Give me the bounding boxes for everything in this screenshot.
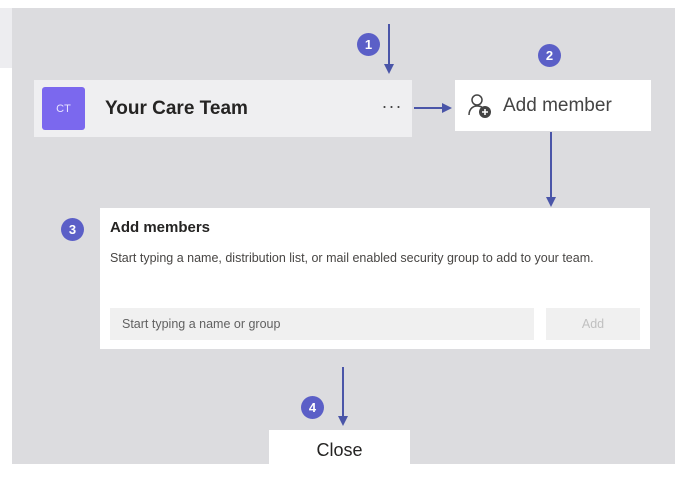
step-badge-4: 4 bbox=[301, 396, 324, 419]
step-badge-2: 2 bbox=[538, 44, 561, 67]
more-options-button[interactable]: ··· bbox=[378, 96, 406, 120]
add-person-icon bbox=[468, 93, 491, 118]
team-row[interactable]: CT Your Care Team ··· bbox=[34, 80, 412, 137]
corner-strip bbox=[0, 8, 12, 68]
member-search-input[interactable] bbox=[110, 308, 534, 340]
dialog-title: Add members bbox=[110, 219, 211, 236]
add-member-menu-item[interactable]: Add member bbox=[455, 80, 651, 131]
dialog-description: Start typing a name, distribution list, … bbox=[110, 251, 594, 265]
add-button[interactable]: Add bbox=[546, 308, 640, 340]
add-member-label: Add member bbox=[503, 94, 612, 116]
team-avatar: CT bbox=[42, 87, 85, 130]
step-badge-1: 1 bbox=[357, 33, 380, 56]
close-button[interactable]: Close bbox=[269, 430, 410, 471]
add-members-dialog: Add members Start typing a name, distrib… bbox=[100, 208, 650, 349]
team-name: Your Care Team bbox=[105, 97, 248, 119]
step-badge-3: 3 bbox=[61, 218, 84, 241]
